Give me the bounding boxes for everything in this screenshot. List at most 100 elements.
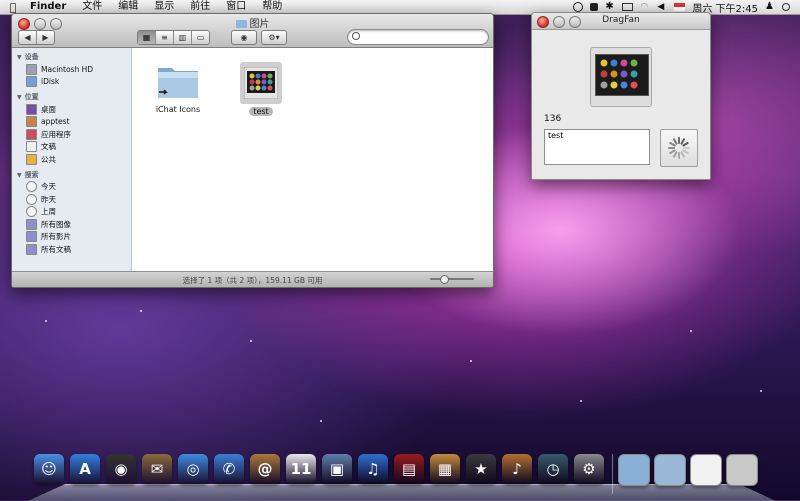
display-icon[interactable] — [622, 3, 634, 11]
photo-booth-icon[interactable]: ▤ — [394, 454, 424, 484]
sidebar-section-header[interactable]: ▼ 位置 — [12, 88, 131, 103]
menu-window[interactable]: 窗口 — [218, 0, 254, 14]
image-preview[interactable] — [590, 47, 652, 107]
search-field[interactable] — [347, 29, 489, 45]
sidebar-item[interactable]: Macintosh HD — [12, 63, 131, 76]
sidebar-item[interactable]: 昨天 — [12, 193, 131, 206]
file-item-test[interactable]: test — [238, 62, 284, 116]
coverflow-view-button[interactable]: ▭ — [192, 31, 209, 44]
finder-icon[interactable]: ☺ — [34, 454, 64, 484]
sidebar-section-label: 位置 — [24, 93, 39, 101]
sidebar-item[interactable]: 应用程序 — [12, 128, 131, 141]
idisk-icon — [26, 76, 37, 88]
mail-icon[interactable]: ✉ — [142, 454, 172, 484]
window-title: DragFan — [602, 15, 640, 25]
finder-toolbar: 图片 ◀ ▶ ▦ ≡ ▥ ▭ ◉ ⚙▾ — [12, 14, 493, 48]
ichat-icon[interactable]: ✆ — [214, 454, 244, 484]
flag-icon[interactable] — [674, 3, 686, 11]
sidebar-item[interactable]: 文稿 — [12, 141, 131, 154]
column-view-button[interactable]: ▥ — [174, 31, 192, 44]
iphoto-icon[interactable]: ▦ — [430, 454, 460, 484]
smart-folder-icon — [26, 231, 37, 243]
icon-size-slider-knob[interactable] — [440, 275, 449, 284]
sidebar-item[interactable]: 今天 — [12, 181, 131, 194]
sidebar-item-label: apptest — [41, 117, 70, 127]
disclosure-triangle-icon[interactable]: ▼ — [17, 172, 22, 179]
system-preferences-icon[interactable]: ⚙ — [574, 454, 604, 484]
window-title-text: 图片 — [249, 19, 270, 30]
sidebar-item[interactable]: 上周 — [12, 206, 131, 219]
selection-highlight — [240, 62, 282, 104]
sidebar-section-header[interactable]: ▼ 搜索 — [12, 166, 131, 181]
back-arrow-icon[interactable]: ◀ — [19, 31, 37, 44]
item-count: 136 — [544, 114, 562, 124]
spinner-tick — [673, 138, 678, 145]
bluetooth-icon[interactable]: ✱ — [605, 2, 615, 12]
sidebar-section-header[interactable]: ▼ 设备 — [12, 48, 131, 63]
search-input[interactable] — [364, 30, 486, 44]
user-icon[interactable]: ♟ — [765, 2, 775, 12]
file-label: iChat Icons — [155, 105, 201, 114]
spotlight-icon[interactable] — [782, 3, 790, 11]
ical-icon[interactable]: 11 — [286, 454, 316, 484]
dropbox-icon[interactable] — [590, 3, 599, 11]
spinner-tick — [682, 149, 689, 154]
finder-content: iChat Icons test — [132, 48, 493, 272]
app-store-icon[interactable]: A — [70, 454, 100, 484]
menu-view[interactable]: 显示 — [146, 0, 182, 14]
menu-help[interactable]: 帮助 — [254, 0, 290, 14]
icon-size-slider[interactable] — [430, 278, 474, 280]
sidebar-item[interactable]: 所有文稿 — [12, 243, 131, 256]
sidebar-section-label: 搜索 — [24, 170, 39, 179]
applications-stack-icon[interactable] — [618, 454, 650, 486]
menu-edit[interactable]: 编辑 — [110, 0, 146, 14]
dashboard-icon[interactable]: ◉ — [106, 454, 136, 484]
menu-go[interactable]: 前往 — [182, 0, 218, 14]
action-button[interactable]: ⚙▾ — [261, 30, 287, 45]
preview-icon[interactable]: ▣ — [322, 454, 352, 484]
dragfan-window: DragFan 136 test — [531, 12, 711, 180]
disclosure-triangle-icon[interactable]: ▼ — [17, 94, 22, 101]
menu-finder[interactable]: Finder — [26, 0, 74, 14]
wifi-icon[interactable]: ◠ — [640, 2, 650, 12]
sidebar-item[interactable]: apptest — [12, 116, 131, 129]
sidebar-item[interactable]: 桌面 — [12, 103, 131, 116]
downloads-stack-icon[interactable] — [690, 454, 722, 486]
star-decoration — [320, 420, 322, 422]
menu-file[interactable]: 文件 — [74, 0, 110, 14]
volume-icon[interactable]: ◀ — [657, 2, 667, 12]
quicklook-button[interactable]: ◉ — [231, 30, 257, 45]
sidebar-item-label: iDisk — [41, 77, 60, 87]
imovie-icon[interactable]: ★ — [466, 454, 496, 484]
progress-spinner-icon — [668, 137, 690, 159]
file-label: test — [249, 107, 273, 116]
sidebar-item[interactable]: 公共 — [12, 153, 131, 166]
file-item-ichat-icons[interactable]: iChat Icons — [148, 62, 208, 114]
dock-separator — [612, 454, 613, 494]
sidebar-item[interactable]: 所有图像 — [12, 218, 131, 231]
image-thumbnail-icon — [244, 67, 278, 99]
address-book-icon[interactable]: @ — [250, 454, 280, 484]
list-view-button[interactable]: ≡ — [156, 31, 174, 44]
trash-icon[interactable] — [726, 454, 758, 486]
star-decoration — [690, 330, 692, 332]
finder-window: 图片 ◀ ▶ ▦ ≡ ▥ ▭ ◉ ⚙▾ ▼ 设备 Macintosh HD iDisk… — [11, 13, 494, 288]
time-machine-icon[interactable]: ◷ — [538, 454, 568, 484]
text-field[interactable]: test — [544, 129, 650, 165]
garageband-icon[interactable]: ♪ — [502, 454, 532, 484]
itunes-icon[interactable]: ♫ — [358, 454, 388, 484]
desktop-icon — [26, 103, 37, 115]
sidebar-item[interactable]: 所有影片 — [12, 231, 131, 244]
icon-view-button[interactable]: ▦ — [138, 31, 156, 44]
disclosure-triangle-icon[interactable]: ▼ — [17, 54, 22, 61]
sidebar-item[interactable]: iDisk — [12, 76, 131, 89]
star-decoration — [470, 360, 472, 362]
spinner-tick — [669, 149, 676, 154]
documents-stack-icon[interactable] — [654, 454, 686, 486]
sidebar-item-label: 所有影片 — [41, 232, 71, 242]
safari-icon[interactable]: ◎ — [178, 454, 208, 484]
spinner-tick — [682, 142, 689, 147]
apple-icon[interactable]:  — [0, 1, 26, 14]
time-machine-icon[interactable] — [573, 2, 584, 12]
forward-arrow-icon[interactable]: ▶ — [37, 31, 54, 44]
